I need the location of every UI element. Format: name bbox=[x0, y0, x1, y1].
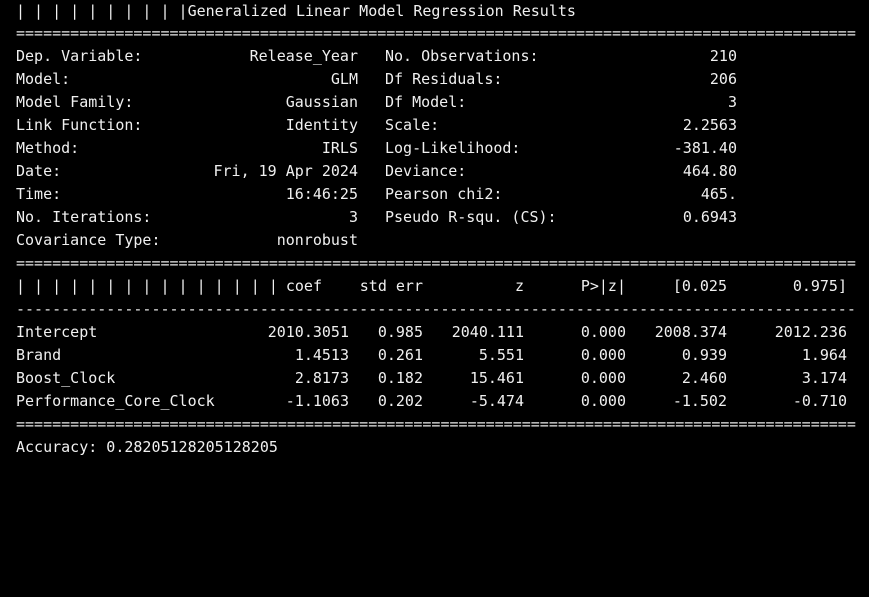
p-value: 0.000 bbox=[580, 392, 626, 410]
header-ci-low: [0.025 bbox=[672, 277, 727, 295]
coef-table-header: | | | | | | | | | | | | | | | coef std e… bbox=[16, 275, 856, 298]
info-row: Link Function: Identity Scale: 2.2563 bbox=[16, 114, 856, 137]
header-p-value: P>|z| bbox=[580, 277, 626, 295]
info-left-value: 3 bbox=[348, 208, 358, 226]
p-value: 0.000 bbox=[580, 346, 626, 364]
double-rule: ========================================… bbox=[16, 415, 856, 433]
ci-high-value: 3.174 bbox=[801, 369, 847, 387]
model-info-block: Dep. Variable: Release_Year No. Observat… bbox=[16, 45, 856, 252]
coef-value: -1.1063 bbox=[285, 392, 349, 410]
info-left-value: nonrobust bbox=[276, 231, 358, 249]
info-right-label: No. Observations: bbox=[385, 47, 539, 65]
ci-low-value: 2008.374 bbox=[654, 323, 727, 341]
coef-row: Performance_Core_Clock -1.1063 0.202 -5.… bbox=[16, 390, 856, 413]
header-std-err: std err bbox=[359, 277, 423, 295]
info-right-label: Log-Likelihood: bbox=[385, 139, 521, 157]
info-row: Model: GLM Df Residuals: 206 bbox=[16, 68, 856, 91]
ci-low-value: 2.460 bbox=[681, 369, 727, 387]
ci-low-value: -1.502 bbox=[672, 392, 727, 410]
info-left-value: Gaussian bbox=[285, 93, 358, 111]
info-left-value: Fri, 19 Apr 2024 bbox=[213, 162, 359, 180]
summary-title-text: | | | | | | | | | |Generalized Linear Mo… bbox=[16, 2, 576, 20]
coef-variable-name: Boost_Clock bbox=[16, 369, 116, 387]
info-right-value: 465. bbox=[700, 185, 737, 203]
p-value: 0.000 bbox=[580, 369, 626, 387]
info-right-value: -381.40 bbox=[673, 139, 737, 157]
info-right-label: Scale: bbox=[385, 116, 440, 134]
coef-value: 2.8173 bbox=[294, 369, 349, 387]
z-value: 15.461 bbox=[469, 369, 524, 387]
header-bars: | | | | | | | | | | | | | | | bbox=[16, 277, 278, 295]
info-right-label: Deviance: bbox=[385, 162, 467, 180]
std-err-value: 0.182 bbox=[377, 369, 423, 387]
info-right-value: 0.6943 bbox=[682, 208, 737, 226]
coef-variable-name: Intercept bbox=[16, 323, 98, 341]
std-err-value: 0.985 bbox=[377, 323, 423, 341]
info-row: Date: Fri, 19 Apr 2024 Deviance: 464.80 bbox=[16, 160, 856, 183]
info-right-label: Df Model: bbox=[385, 93, 467, 111]
coef-row: Intercept 2010.3051 0.985 2040.111 0.000… bbox=[16, 321, 856, 344]
info-left-value: 16:46:25 bbox=[285, 185, 358, 203]
coef-row: Brand 1.4513 0.261 5.551 0.000 0.939 1.9… bbox=[16, 344, 856, 367]
info-left-value: Release_Year bbox=[249, 47, 358, 65]
info-right-label: Pearson chi2: bbox=[385, 185, 503, 203]
info-left-label: Time: bbox=[16, 185, 62, 203]
z-value: 5.551 bbox=[478, 346, 524, 364]
z-value: 2040.111 bbox=[451, 323, 524, 341]
header-coef: coef bbox=[285, 277, 322, 295]
info-row: Method: IRLS Log-Likelihood: -381.40 bbox=[16, 137, 856, 160]
info-left-label: Link Function: bbox=[16, 116, 143, 134]
info-row: Time: 16:46:25 Pearson chi2: 465. bbox=[16, 183, 856, 206]
info-right-value: 210 bbox=[709, 47, 737, 65]
coef-row: Boost_Clock 2.8173 0.182 15.461 0.000 2.… bbox=[16, 367, 856, 390]
info-left-value: GLM bbox=[330, 70, 358, 88]
std-err-value: 0.261 bbox=[377, 346, 423, 364]
info-row: Covariance Type: nonrobust bbox=[16, 229, 856, 252]
p-value: 0.000 bbox=[580, 323, 626, 341]
info-row: Model Family: Gaussian Df Model: 3 bbox=[16, 91, 856, 114]
header-z: z bbox=[514, 277, 524, 295]
info-left-label: Covariance Type: bbox=[16, 231, 161, 249]
info-row: Dep. Variable: Release_Year No. Observat… bbox=[16, 45, 856, 68]
info-right-label: Pseudo R-squ. (CS): bbox=[385, 208, 557, 226]
coef-variable-name: Performance_Core_Clock bbox=[16, 392, 215, 410]
info-right-value: 2.2563 bbox=[682, 116, 737, 134]
info-left-label: No. Iterations: bbox=[16, 208, 152, 226]
info-left-label: Model Family: bbox=[16, 93, 134, 111]
ci-low-value: 0.939 bbox=[681, 346, 727, 364]
single-rule: ----------------------------------------… bbox=[16, 300, 856, 318]
header-ci-high: 0.975] bbox=[792, 277, 847, 295]
double-rule: ========================================… bbox=[16, 24, 856, 42]
terminal-output: | | | | | | | | | |Generalized Linear Mo… bbox=[16, 0, 856, 459]
info-left-value: Identity bbox=[285, 116, 358, 134]
coef-value: 2010.3051 bbox=[267, 323, 349, 341]
info-right-value: 206 bbox=[709, 70, 737, 88]
summary-title: | | | | | | | | | |Generalized Linear Mo… bbox=[16, 0, 856, 22]
z-value: -5.474 bbox=[469, 392, 524, 410]
coef-variable-name: Brand bbox=[16, 346, 62, 364]
info-left-value: IRLS bbox=[321, 139, 358, 157]
ci-high-value: -0.710 bbox=[792, 392, 847, 410]
ci-high-value: 1.964 bbox=[801, 346, 847, 364]
info-right-value: 3 bbox=[727, 93, 737, 111]
info-row: No. Iterations: 3 Pseudo R-squ. (CS): 0.… bbox=[16, 206, 856, 229]
info-right-value: 464.80 bbox=[682, 162, 737, 180]
info-right-label: Df Residuals: bbox=[385, 70, 503, 88]
info-left-label: Method: bbox=[16, 139, 80, 157]
ci-high-value: 2012.236 bbox=[774, 323, 847, 341]
info-left-label: Dep. Variable: bbox=[16, 47, 143, 65]
info-left-label: Model: bbox=[16, 70, 71, 88]
std-err-value: 0.202 bbox=[377, 392, 423, 410]
coef-value: 1.4513 bbox=[294, 346, 349, 364]
info-left-label: Date: bbox=[16, 162, 62, 180]
double-rule: ========================================… bbox=[16, 254, 856, 272]
